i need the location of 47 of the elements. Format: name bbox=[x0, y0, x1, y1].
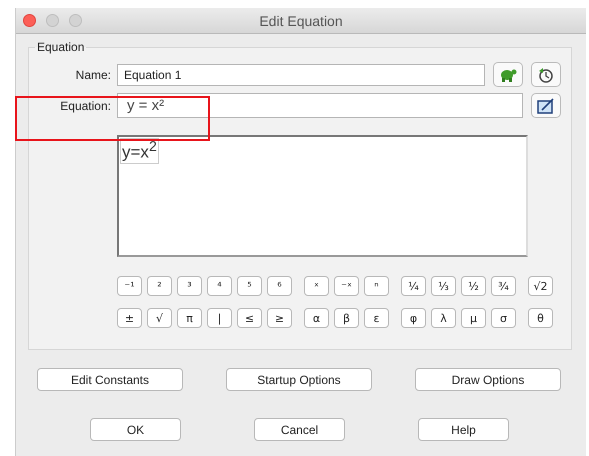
symbol-key[interactable]: ¾ bbox=[491, 276, 516, 296]
symbol-key[interactable]: ⅓ bbox=[431, 276, 456, 296]
symbol-key[interactable]: ≤ bbox=[237, 308, 262, 328]
name-label: Name: bbox=[74, 68, 111, 82]
equation-label: Equation: bbox=[59, 98, 111, 112]
symbol-key[interactable]: ˣ bbox=[304, 276, 329, 296]
group-title: Equation bbox=[36, 40, 86, 54]
symbol-key[interactable]: θ bbox=[528, 308, 553, 328]
history-button[interactable] bbox=[531, 62, 561, 87]
symbol-key[interactable]: ⁴ bbox=[207, 276, 232, 296]
option-button[interactable]: Startup Options bbox=[226, 368, 372, 391]
close-button[interactable] bbox=[23, 14, 36, 27]
pen-pad-icon bbox=[537, 98, 555, 114]
symbol-key[interactable]: ± bbox=[117, 308, 142, 328]
symbol-key[interactable]: ⁿ bbox=[364, 276, 389, 296]
option-button[interactable]: Edit Constants bbox=[37, 368, 183, 391]
formula-text: y=x$^{2}$ bbox=[120, 138, 159, 164]
symbol-key[interactable]: | bbox=[207, 308, 232, 328]
symbol-key[interactable]: ⁵ bbox=[237, 276, 262, 296]
symbol-key[interactable]: √ bbox=[147, 308, 172, 328]
symbol-key[interactable]: φ bbox=[401, 308, 426, 328]
dialog-button[interactable]: OK bbox=[90, 418, 181, 441]
window-title: Edit Equation bbox=[259, 12, 343, 28]
symbol-key[interactable]: α bbox=[304, 308, 329, 328]
symbol-key[interactable]: √2 bbox=[528, 276, 553, 296]
symbol-key[interactable]: λ bbox=[431, 308, 456, 328]
symbol-key[interactable]: ½ bbox=[461, 276, 486, 296]
symbol-key[interactable]: ² bbox=[147, 276, 172, 296]
edit-equation-button[interactable] bbox=[531, 93, 561, 118]
symbol-key[interactable]: ε bbox=[364, 308, 389, 328]
dialog-button[interactable]: Cancel bbox=[254, 418, 345, 441]
dialog-button[interactable]: Help bbox=[418, 418, 509, 441]
symbol-key[interactable]: ⁶ bbox=[267, 276, 292, 296]
symbol-key[interactable]: β bbox=[334, 308, 359, 328]
equation-field[interactable]: y = x² bbox=[117, 93, 523, 118]
symbol-key[interactable]: π bbox=[177, 308, 202, 328]
symbol-key[interactable]: ≥ bbox=[267, 308, 292, 328]
symbol-key[interactable]: ⁻¹ bbox=[117, 276, 142, 296]
symbol-key[interactable]: μ bbox=[461, 308, 486, 328]
name-field[interactable]: Equation 1 bbox=[117, 64, 485, 86]
turtle-button[interactable] bbox=[493, 62, 523, 87]
symbol-key[interactable]: ⁻ˣ bbox=[334, 276, 359, 296]
symbol-key[interactable]: ³ bbox=[177, 276, 202, 296]
option-button[interactable]: Draw Options bbox=[415, 368, 561, 391]
turtle-icon bbox=[499, 66, 517, 82]
symbol-key[interactable]: ¼ bbox=[401, 276, 426, 296]
symbol-key[interactable]: σ bbox=[491, 308, 516, 328]
